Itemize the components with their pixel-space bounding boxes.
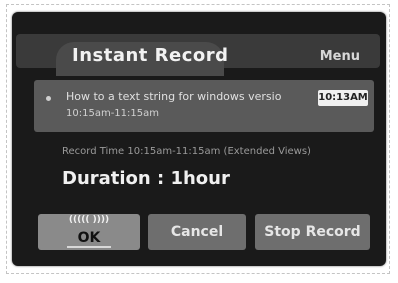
ok-button[interactable]: ((((( )))) OK xyxy=(38,214,140,250)
menu-label[interactable]: Menu xyxy=(320,49,360,64)
ok-button-indicator: ((((( )))) xyxy=(68,215,110,225)
program-info-panel xyxy=(34,80,374,132)
current-time-badge: 10:13AM xyxy=(318,90,368,106)
record-time-text: Record Time 10:15am-11:15am (Extended Vi… xyxy=(62,146,311,157)
ok-button-label: OK xyxy=(77,230,101,246)
bullet-icon xyxy=(46,96,51,101)
stop-record-button[interactable]: Stop Record xyxy=(255,214,370,250)
dialog-title: Instant Record xyxy=(72,45,229,66)
cancel-button[interactable]: Cancel xyxy=(148,214,246,250)
program-time-range: 10:15am-11:15am xyxy=(66,108,159,119)
duration-text[interactable]: Duration : 1hour xyxy=(62,168,230,189)
program-title: How to a text string for windows versio xyxy=(66,90,282,103)
ok-button-focus-line xyxy=(67,246,111,248)
